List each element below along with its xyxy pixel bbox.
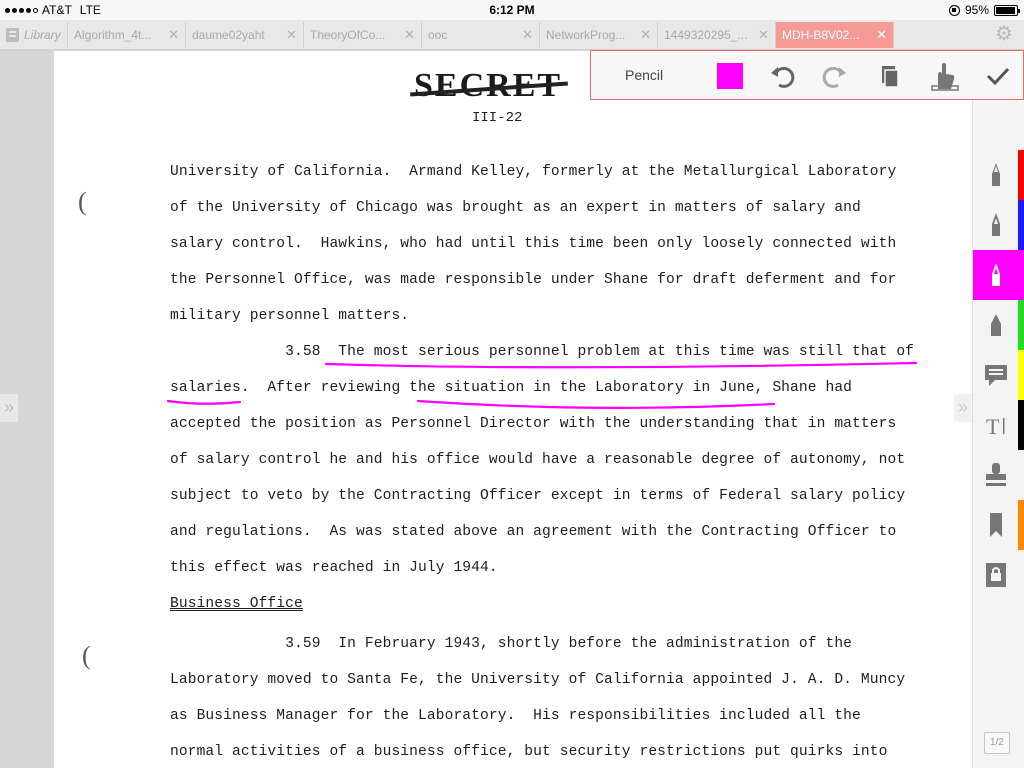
checkmark-icon[interactable]	[983, 61, 1013, 91]
comment-icon[interactable]	[973, 352, 1019, 398]
color-strip-orange	[1018, 500, 1024, 550]
bookmark-icon[interactable]	[973, 502, 1019, 548]
stamp-icon[interactable]	[973, 452, 1019, 498]
color-strip-red	[1018, 150, 1024, 200]
battery-percent: 95%	[964, 3, 989, 17]
tab-document[interactable]: 1449320295_... ✕	[658, 22, 776, 48]
tab-document-active[interactable]: MDH-B8V02... ✕	[776, 22, 894, 48]
color-strip-green	[1018, 300, 1024, 350]
close-tab-icon[interactable]: ✕	[522, 22, 533, 48]
color-strip-blue	[1018, 200, 1024, 250]
pencil-icon[interactable]	[973, 250, 1019, 300]
tab-label: 1449320295_...	[664, 28, 748, 42]
palm-rest-icon[interactable]	[929, 61, 959, 91]
close-tab-icon[interactable]: ✕	[640, 22, 651, 48]
left-gutter: »	[0, 51, 54, 768]
tab-label: ooc	[428, 28, 448, 42]
pencil-stroke	[324, 361, 918, 369]
close-tab-icon[interactable]: ✕	[168, 22, 179, 48]
annotation-toolbar: Pencil	[590, 50, 1024, 100]
chevron-right-icon[interactable]: »	[0, 394, 18, 422]
tab-label: daume02yaht	[192, 28, 265, 42]
tab-document[interactable]: TheoryOfCo... ✕	[304, 22, 422, 48]
undo-icon[interactable]	[767, 61, 797, 91]
page-indicator[interactable]: 1/2	[984, 732, 1010, 754]
tab-document[interactable]: ooc ✕	[422, 22, 540, 48]
color-strip-black	[1018, 400, 1024, 450]
tab-label: MDH-B8V02...	[782, 28, 860, 42]
tab-document[interactable]: daume02yaht ✕	[186, 22, 304, 48]
redo-icon[interactable]	[820, 61, 850, 91]
close-tab-icon[interactable]: ✕	[286, 22, 297, 48]
pen-blue-icon[interactable]	[973, 202, 1019, 248]
status-bar: AT&T LTE 6:12 PM 95%	[0, 0, 1024, 20]
rotation-lock-icon	[948, 4, 960, 16]
lock-icon[interactable]	[973, 552, 1019, 598]
tool-rail: T	[972, 100, 1024, 768]
close-tab-icon[interactable]: ✕	[758, 22, 769, 48]
status-right: 95%	[948, 3, 1020, 17]
color-strip-magenta	[1018, 250, 1024, 300]
chevron-right-icon[interactable]: »	[954, 394, 972, 422]
color-swatch[interactable]	[717, 63, 743, 89]
tab-document[interactable]: NetworkProg... ✕	[540, 22, 658, 48]
library-icon	[6, 28, 19, 42]
close-tab-icon[interactable]: ✕	[404, 22, 415, 48]
pencil-stroke	[416, 399, 776, 409]
tab-label: Library	[24, 28, 61, 42]
tab-bar: Library Algorithm_4t... ✕ daume02yaht ✕ Th…	[0, 20, 1024, 50]
pencil-stroke	[166, 399, 242, 405]
status-time: 6:12 PM	[489, 3, 535, 17]
svg-text:T: T	[986, 414, 1000, 439]
color-strip-yellow	[1018, 350, 1024, 400]
tab-label: NetworkProg...	[546, 28, 626, 42]
document-page: SECRET III-22 ( ( University of Californ…	[54, 51, 972, 768]
close-tab-icon[interactable]: ✕	[876, 22, 887, 48]
tab-label: TheoryOfCo...	[310, 28, 386, 42]
tab-document[interactable]: Algorithm_4t... ✕	[68, 22, 186, 48]
text-icon[interactable]: T	[973, 402, 1019, 448]
highlighter-icon[interactable]	[973, 302, 1019, 348]
battery-icon	[994, 4, 1020, 16]
tool-name-label: Pencil	[625, 67, 664, 83]
pencil-annotations	[166, 361, 918, 409]
tab-label: Algorithm_4t...	[74, 28, 152, 42]
tab-library[interactable]: Library	[0, 22, 68, 48]
copy-icon[interactable]	[875, 61, 905, 91]
gear-icon[interactable]: ⚙	[994, 24, 1014, 44]
pen-red-icon[interactable]	[973, 152, 1019, 198]
